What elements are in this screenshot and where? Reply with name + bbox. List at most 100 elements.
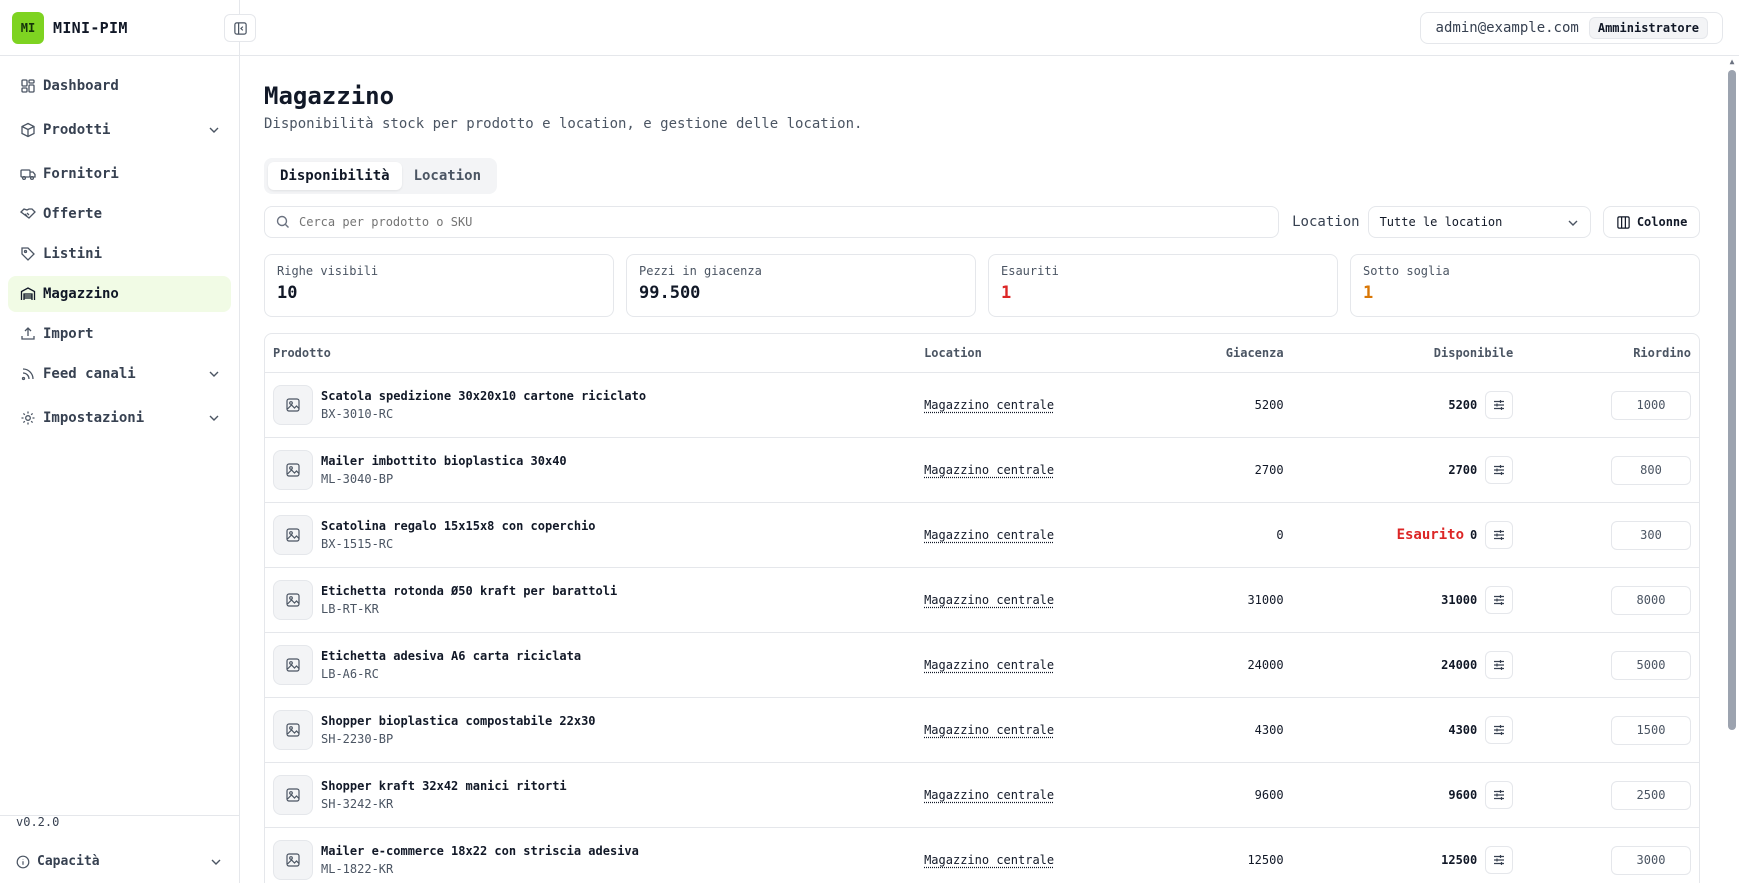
available-cell: 9600 — [1284, 781, 1514, 809]
column-header-reorder[interactable]: Riordino — [1513, 346, 1699, 360]
product-name[interactable]: Shopper kraft 32x42 manici ritorti — [321, 779, 567, 793]
adjust-stock-button[interactable] — [1485, 716, 1514, 744]
product-thumbnail — [273, 775, 313, 815]
table-row: Scatola spedizione 30x20x10 cartone rici… — [265, 373, 1699, 438]
adjust-stock-button[interactable] — [1485, 651, 1514, 679]
column-header-stock[interactable]: Giacenza — [1104, 346, 1284, 360]
product-name[interactable]: Mailer e-commerce 18x22 con striscia ade… — [321, 844, 639, 858]
location-cell: Magazzino centrale — [924, 658, 1104, 672]
page-title: Magazzino — [264, 82, 395, 110]
tab-disponibilita[interactable]: Disponibilità — [268, 162, 402, 190]
product-cell: Scatolina regalo 15x15x8 con coperchio BX… — [265, 515, 924, 555]
sidebar: MI MINI-PIM Dashboard Prodotti Fornitori… — [0, 0, 240, 883]
scroll-thumb[interactable] — [1728, 70, 1736, 730]
stat-card-pieces-in-stock: Pezzi in giacenza 99.500 — [626, 254, 976, 317]
stat-card-visible-rows: Righe visibili 10 — [264, 254, 614, 317]
sidebar-item-import[interactable]: Import — [8, 316, 231, 352]
column-header-location[interactable]: Location — [924, 346, 1104, 360]
capacity-toggle[interactable]: Capacità — [16, 854, 223, 869]
product-thumbnail — [273, 840, 313, 880]
reorder-input[interactable] — [1611, 715, 1691, 745]
adjust-stock-button[interactable] — [1485, 391, 1514, 419]
sidebar-item-fornitori[interactable]: Fornitori — [8, 156, 231, 192]
sidebar-item-offerte[interactable]: Offerte — [8, 196, 231, 232]
location-link[interactable]: Magazzino centrale — [924, 593, 1054, 607]
sidebar-item-label: Import — [43, 326, 94, 342]
tab-list: Disponibilità Location — [264, 158, 498, 194]
sidebar-item-listini[interactable]: Listini — [8, 236, 231, 272]
upload-icon — [21, 327, 35, 340]
reorder-cell — [1513, 390, 1699, 420]
sidebar-item-magazzino[interactable]: Magazzino — [8, 276, 231, 312]
column-header-product[interactable]: Prodotto — [265, 346, 924, 360]
product-name[interactable]: Shopper bioplastica compostabile 22x30 — [321, 714, 596, 728]
reorder-cell — [1513, 585, 1699, 615]
adjust-stock-button[interactable] — [1485, 456, 1514, 484]
location-select[interactable]: Tutte le location — [1367, 206, 1592, 238]
stat-label: Pezzi in giacenza — [639, 264, 762, 278]
location-link[interactable]: Magazzino centrale — [924, 658, 1054, 672]
reorder-input[interactable] — [1611, 455, 1691, 485]
tab-location[interactable]: Location — [402, 162, 493, 190]
product-cell: Shopper bioplastica compostabile 22x30 SH… — [265, 710, 924, 750]
stock-table: Prodotto Location Giacenza Disponibile R… — [264, 333, 1700, 883]
location-link[interactable]: Magazzino centrale — [924, 398, 1054, 412]
image-placeholder-icon — [285, 852, 301, 868]
capacity-label: Capacità — [37, 854, 100, 869]
sidebar-collapse-button[interactable] — [224, 14, 256, 42]
image-placeholder-icon — [285, 397, 301, 413]
product-name[interactable]: Scatolina regalo 15x15x8 con coperchio — [321, 519, 596, 533]
sidebar-item-dashboard[interactable]: Dashboard — [8, 68, 231, 104]
columns-button[interactable]: Colonne — [1603, 206, 1701, 238]
adjust-stock-button[interactable] — [1485, 846, 1514, 874]
warehouse-icon — [20, 287, 36, 300]
chevron-down-icon[interactable] — [207, 411, 221, 425]
scroll-up-arrow[interactable]: ▲ — [1728, 58, 1736, 66]
reorder-input[interactable] — [1611, 520, 1691, 550]
user-menu[interactable]: admin@example.com Amministratore — [1419, 11, 1723, 44]
location-link[interactable]: Magazzino centrale — [924, 528, 1054, 542]
adjust-stock-button[interactable] — [1485, 781, 1514, 809]
location-link[interactable]: Magazzino centrale — [924, 723, 1054, 737]
sidebar-item-label: Magazzino — [43, 286, 119, 302]
product-name[interactable]: Scatola spedizione 30x20x10 cartone rici… — [321, 389, 646, 403]
reorder-input[interactable] — [1611, 780, 1691, 810]
product-thumbnail — [273, 385, 313, 425]
product-name[interactable]: Mailer imbottito bioplastica 30x40 — [321, 454, 567, 468]
product-cell: Etichetta rotonda Ø50 kraft per barattol… — [265, 580, 924, 620]
reorder-input[interactable] — [1611, 390, 1691, 420]
stat-value: 1 — [1001, 283, 1012, 303]
adjust-stock-button[interactable] — [1485, 521, 1514, 549]
chevron-down-icon[interactable] — [207, 367, 221, 381]
available-cell: 12500 — [1284, 846, 1514, 874]
reorder-input[interactable] — [1611, 585, 1691, 615]
scrollbar[interactable]: ▲ — [1725, 56, 1739, 883]
column-header-available[interactable]: Disponibile — [1284, 346, 1513, 360]
sidebar-item-feed-canali[interactable]: Feed canali — [8, 356, 231, 392]
location-link[interactable]: Magazzino centrale — [924, 853, 1054, 867]
search-input[interactable] — [299, 215, 1199, 229]
chevron-down-icon[interactable] — [207, 123, 221, 137]
reorder-input[interactable] — [1611, 845, 1691, 875]
sidebar-item-label: Fornitori — [43, 166, 119, 182]
available-value: 4300 — [1448, 723, 1478, 737]
product-name[interactable]: Etichetta rotonda Ø50 kraft per barattol… — [321, 584, 617, 598]
product-info: Mailer imbottito bioplastica 30x40 ML-304… — [321, 454, 567, 486]
location-cell: Magazzino centrale — [924, 528, 1104, 542]
location-cell: Magazzino centrale — [924, 593, 1104, 607]
tag-icon — [21, 247, 35, 261]
stock-value: 12500 — [1247, 853, 1284, 867]
location-link[interactable]: Magazzino centrale — [924, 463, 1054, 477]
location-link[interactable]: Magazzino centrale — [924, 788, 1054, 802]
filter-bar: Location Tutte le location Colonne — [264, 206, 1701, 238]
available-value: 12500 — [1441, 853, 1478, 867]
topbar: admin@example.com Amministratore — [240, 0, 1739, 56]
adjust-stock-button[interactable] — [1485, 586, 1514, 614]
location-filter-label: Location — [1292, 214, 1360, 230]
reorder-input[interactable] — [1611, 650, 1691, 680]
sidebar-item-prodotti[interactable]: Prodotti — [8, 112, 231, 148]
product-sku: ML-1822-KR — [321, 862, 394, 876]
sidebar-item-impostazioni[interactable]: Impostazioni — [8, 400, 231, 436]
product-thumbnail — [273, 450, 313, 490]
product-name[interactable]: Etichetta adesiva A6 carta riciclata — [321, 649, 581, 663]
